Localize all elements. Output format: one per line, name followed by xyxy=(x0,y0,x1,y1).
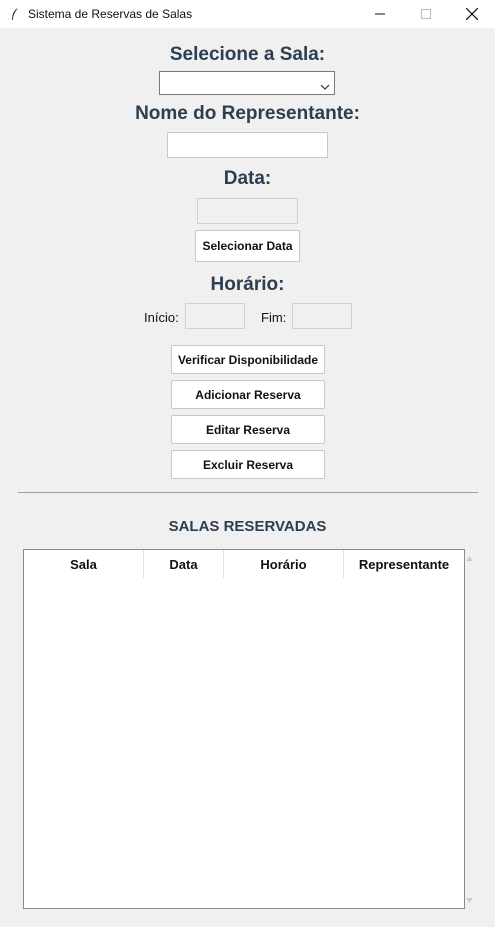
sala-select[interactable] xyxy=(159,71,335,95)
inicio-field[interactable] xyxy=(185,303,245,329)
excluir-reserva-button[interactable]: Excluir Reserva xyxy=(171,450,325,479)
sala-label: Selecione a Sala: xyxy=(169,44,326,65)
column-header-representante[interactable]: Representante xyxy=(344,550,464,578)
table-scrollbar[interactable] xyxy=(465,549,474,909)
reservas-table[interactable]: Sala Data Horário Representante xyxy=(23,549,465,909)
maximize-button[interactable] xyxy=(403,0,449,28)
editar-reserva-button[interactable]: Editar Reserva xyxy=(171,415,325,444)
column-header-sala[interactable]: Sala xyxy=(24,550,144,578)
window-title: Sistema de Reservas de Salas xyxy=(28,7,193,21)
scroll-down-icon[interactable] xyxy=(466,891,473,909)
horario-label: Horário: xyxy=(210,274,285,295)
table-header: Sala Data Horário Representante xyxy=(24,550,464,578)
fim-field[interactable] xyxy=(292,303,352,329)
chevron-down-icon[interactable] xyxy=(320,78,330,96)
minimize-icon xyxy=(375,13,385,15)
column-header-horario[interactable]: Horário xyxy=(224,550,344,578)
verificar-disponibilidade-button[interactable]: Verificar Disponibilidade xyxy=(171,345,325,374)
salas-reservadas-title: SALAS RESERVADAS xyxy=(168,518,327,535)
title-bar: Sistema de Reservas de Salas xyxy=(0,0,495,28)
data-field xyxy=(197,198,298,224)
close-button[interactable] xyxy=(449,0,495,28)
maximize-icon xyxy=(421,9,431,19)
separator xyxy=(18,492,478,493)
inicio-label: Início: xyxy=(144,310,179,325)
minimize-button[interactable] xyxy=(357,0,403,28)
fim-label: Fim: xyxy=(261,310,287,325)
nome-input[interactable] xyxy=(167,132,328,158)
adicionar-reserva-button[interactable]: Adicionar Reserva xyxy=(171,380,325,409)
scroll-up-icon[interactable] xyxy=(466,549,473,567)
nome-label: Nome do Representante: xyxy=(135,103,360,124)
selecionar-data-button[interactable]: Selecionar Data xyxy=(195,230,300,262)
column-header-data[interactable]: Data xyxy=(144,550,224,578)
feather-icon xyxy=(8,7,22,21)
data-label: Data: xyxy=(223,168,272,189)
close-icon xyxy=(466,8,478,20)
